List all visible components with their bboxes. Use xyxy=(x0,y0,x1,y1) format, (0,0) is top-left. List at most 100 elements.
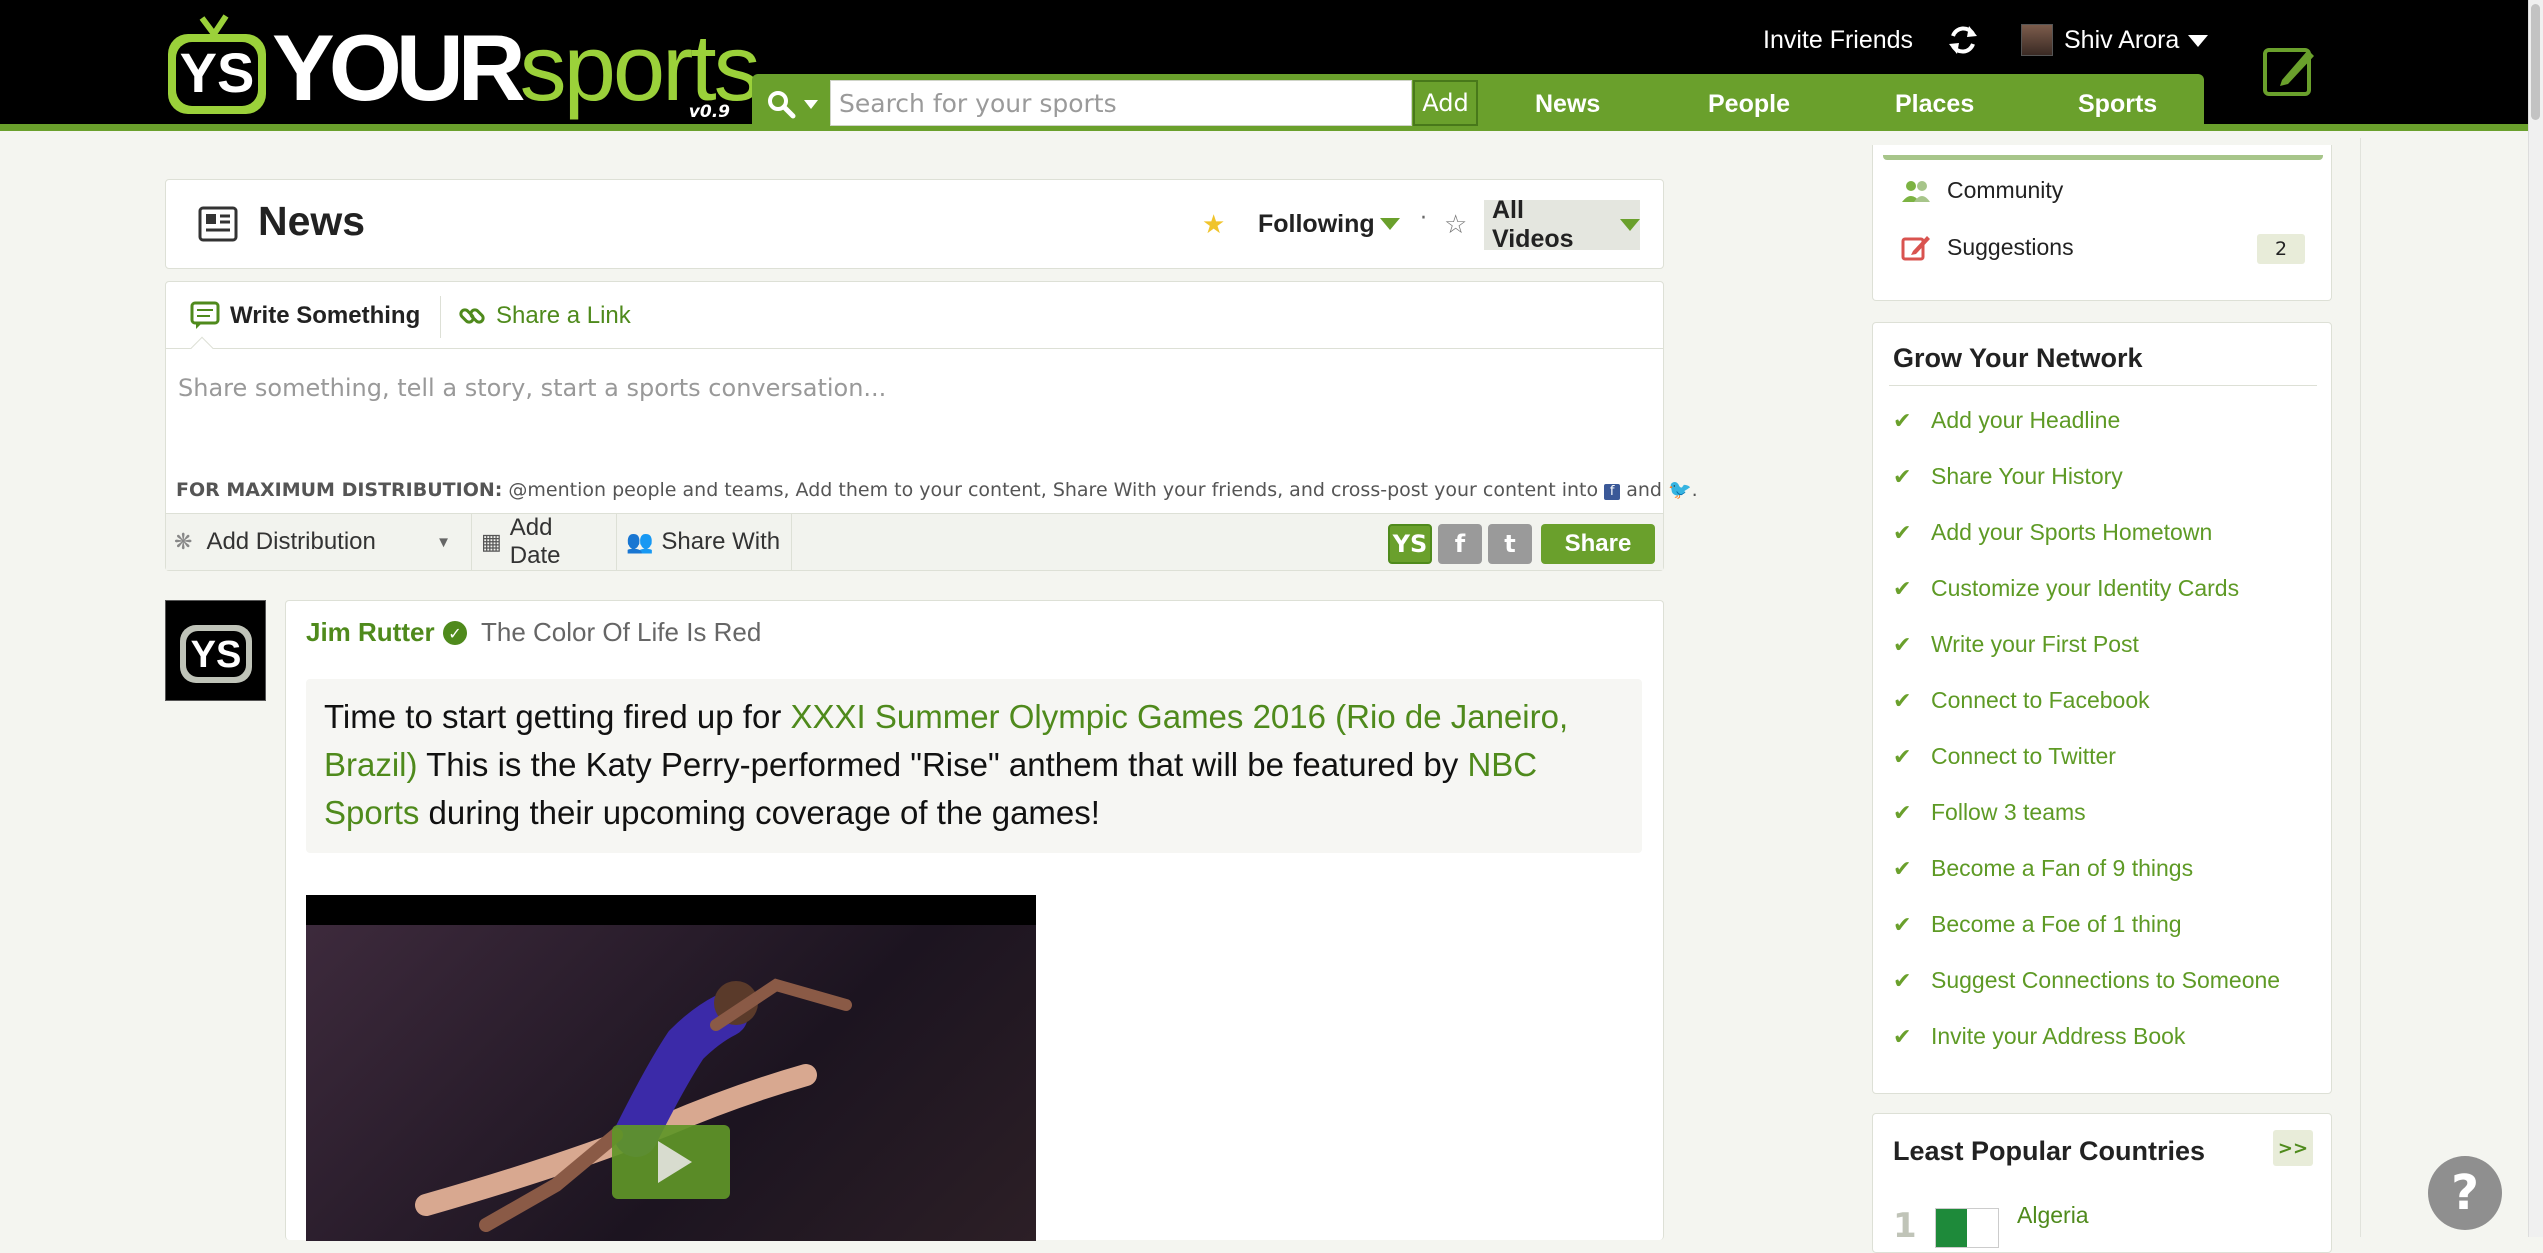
nav-places[interactable]: Places xyxy=(1895,84,1974,124)
sidebar-item-community[interactable]: Community xyxy=(1901,177,2063,204)
check-icon: ✔ xyxy=(1893,519,1912,545)
least-popular-title: Least Popular Countries xyxy=(1893,1136,2206,1166)
svg-text:YS: YS xyxy=(191,634,242,676)
refresh-icon[interactable] xyxy=(1945,22,1981,58)
nav-people[interactable]: People xyxy=(1708,84,1790,124)
search-icon xyxy=(768,91,796,119)
scrollbar-thumb[interactable] xyxy=(2531,4,2540,120)
check-icon: ✔ xyxy=(1893,743,1912,769)
grow-item[interactable]: ✔ Become a Fan of 9 things xyxy=(1893,855,2193,882)
post-author-link[interactable]: Jim Rutter xyxy=(306,617,435,648)
grow-item[interactable]: ✔ Suggest Connections to Someone xyxy=(1893,967,2280,994)
logo-wordmark: YOURsports xyxy=(272,15,761,120)
check-icon: ✔ xyxy=(1893,631,1912,657)
grow-item[interactable]: ✔ Write your First Post xyxy=(1893,631,2139,658)
page-title: News xyxy=(258,198,366,244)
tab-share-link[interactable]: Share a Link xyxy=(458,296,631,336)
yoursports-logo[interactable]: YS YOURsports v0.9 xyxy=(162,12,761,122)
least-popular-countries-panel: Least Popular Countries >> 1 Algeria xyxy=(1872,1113,2332,1253)
author-avatar[interactable]: YS xyxy=(165,600,266,701)
verified-check-icon: ✓ xyxy=(443,621,467,645)
country-link[interactable]: Algeria xyxy=(2017,1202,2089,1229)
share-button[interactable]: Share xyxy=(1541,524,1655,564)
crosspost-twitter-icon[interactable]: t xyxy=(1488,524,1532,564)
facebook-icon: f xyxy=(1604,484,1621,500)
top-bar: YS YOURsports v0.9 Add News People Place… xyxy=(0,0,2543,131)
content-type-label: All Videos xyxy=(1492,196,1574,253)
rank-number: 1 xyxy=(1893,1206,1917,1246)
following-caret-icon[interactable] xyxy=(1380,218,1400,230)
check-icon: ✔ xyxy=(1893,967,1912,993)
grow-item[interactable]: ✔ Follow 3 teams xyxy=(1893,799,2086,826)
nav-sports[interactable]: Sports xyxy=(2078,84,2157,124)
tab-write-label: Write Something xyxy=(230,302,421,329)
grow-network-panel: Grow Your Network ✔ Add your Headline ✔ Sh… xyxy=(1872,322,2332,1094)
check-icon: ✔ xyxy=(1893,407,1912,433)
invite-friends-link[interactable]: Invite Friends xyxy=(1763,26,1913,55)
tab-write-something[interactable]: Write Something xyxy=(190,296,420,336)
title-divider xyxy=(1889,385,2317,386)
news-header: News ★ Following · ☆ All Videos xyxy=(165,179,1664,269)
add-distribution-dropdown[interactable]: ❋ Add Distribution ▼ xyxy=(166,514,472,570)
user-avatar[interactable] xyxy=(2021,24,2053,56)
grow-item[interactable]: ✔ Add your Sports Hometown xyxy=(1893,519,2212,546)
check-icon: ✔ xyxy=(1893,855,1912,881)
link-icon xyxy=(459,308,485,324)
search-scope-button[interactable] xyxy=(760,84,830,124)
check-icon: ✔ xyxy=(1893,1023,1912,1049)
user-menu-caret-icon[interactable] xyxy=(2188,35,2208,47)
sidebar-menu: Community Suggestions 2 xyxy=(1872,145,2332,301)
post-title: The Color Of Life Is Red xyxy=(481,617,762,647)
play-button[interactable] xyxy=(612,1125,730,1199)
nav-news[interactable]: News xyxy=(1535,84,1600,124)
star-outline-icon[interactable]: ☆ xyxy=(1444,210,1467,240)
post-composer: Write Something Share a Link FOR MAXIMUM… xyxy=(165,281,1698,571)
search-input[interactable] xyxy=(830,80,1412,126)
video-player[interactable] xyxy=(306,895,1036,1241)
grow-item[interactable]: ✔ Add your Headline xyxy=(1893,407,2120,434)
feed-post: Jim Rutter ✓ The Color Of Life Is Red Ti… xyxy=(285,600,1664,1241)
crosspost-yoursports-icon[interactable]: YS xyxy=(1388,524,1432,564)
following-filter[interactable]: Following xyxy=(1258,210,1375,239)
grow-item[interactable]: ✔ Become a Foe of 1 thing xyxy=(1893,911,2182,938)
menu-top-accent xyxy=(1883,155,2323,160)
add-date-button[interactable]: ▦ Add Date xyxy=(473,514,617,570)
least-popular-more-button[interactable]: >> xyxy=(2273,1130,2313,1166)
chevron-down-icon: ▼ xyxy=(436,533,451,551)
grow-item[interactable]: ✔ Connect to Facebook xyxy=(1893,687,2150,714)
grow-item[interactable]: ✔ Invite your Address Book xyxy=(1893,1023,2185,1050)
grow-item[interactable]: ✔ Connect to Twitter xyxy=(1893,743,2116,770)
post-body: Time to start getting fired up for XXXI … xyxy=(306,679,1642,853)
active-tab-pointer xyxy=(190,336,214,360)
grow-network-title: Grow Your Network xyxy=(1893,343,2143,373)
logo-mark-icon: YS xyxy=(180,625,252,683)
newspaper-icon xyxy=(198,206,238,242)
grow-item[interactable]: ✔ Customize your Identity Cards xyxy=(1893,575,2239,602)
star-filled-icon[interactable]: ★ xyxy=(1202,210,1225,240)
check-icon: ✔ xyxy=(1893,687,1912,713)
help-icon[interactable]: ? xyxy=(2428,1156,2502,1230)
post-text-input[interactable] xyxy=(178,374,1648,464)
version-label: v0.9 xyxy=(688,102,730,122)
crosspost-facebook-icon[interactable]: f xyxy=(1438,524,1482,564)
compose-icon[interactable] xyxy=(2262,42,2318,98)
twitter-icon: 🐦 xyxy=(1667,479,1692,501)
people-icon: 👥 xyxy=(626,529,654,554)
scrollbar[interactable] xyxy=(2528,0,2543,1237)
tab-divider xyxy=(440,296,441,338)
search-add-button[interactable]: Add xyxy=(1413,80,1478,126)
grow-item[interactable]: ✔ Share Your History xyxy=(1893,463,2123,490)
logo-mark-icon: YS xyxy=(168,14,266,114)
sidebar-item-suggestions[interactable]: Suggestions xyxy=(1901,233,2074,261)
svg-text:YS: YS xyxy=(180,41,255,104)
separator-dot: · xyxy=(1420,206,1427,231)
play-icon xyxy=(658,1141,692,1183)
suggestions-icon xyxy=(1901,236,1930,261)
content-type-filter[interactable]: All Videos xyxy=(1484,196,1640,253)
distribution-icon: ❋ xyxy=(174,529,193,554)
calendar-icon: ▦ xyxy=(481,529,502,554)
share-with-button[interactable]: 👥 Share With xyxy=(618,514,792,570)
tab-underline xyxy=(166,348,1663,349)
speech-bubble-icon xyxy=(190,301,220,329)
user-name[interactable]: Shiv Arora xyxy=(2064,26,2179,55)
